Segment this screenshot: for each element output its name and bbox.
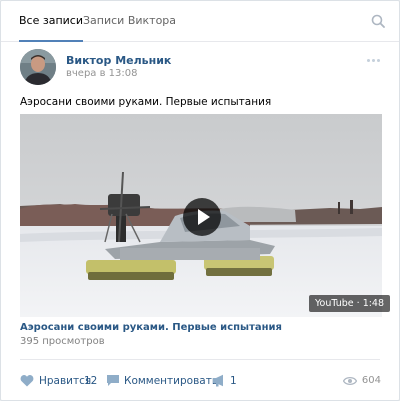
video-source-badge: YouTube · 1:48 [309,295,391,312]
video-title-link[interactable]: Аэросани своими руками. Первые испытания [20,322,282,333]
tab-author-posts[interactable]: Записи Виктора [83,1,176,41]
play-button[interactable] [183,198,221,236]
views-counter: 604 [342,373,381,389]
comment-icon [107,375,119,386]
heart-icon [20,375,34,387]
play-icon [198,209,210,225]
tab-author-posts-label: Записи Виктора [83,14,177,27]
avatar[interactable] [20,49,56,85]
wall-tabs: Все записи Записи Виктора [1,1,399,42]
comment-label: Комментировать [124,375,219,387]
post-text: Аэросани своими руками. Первые испытания [20,96,272,108]
video-views: 395 просмотров [20,336,105,347]
share-button[interactable]: 1 [212,373,238,389]
divider [20,359,380,360]
search-icon[interactable] [371,14,385,28]
author-name[interactable]: Виктор Мельник [66,54,171,67]
share-count: 1 [230,375,237,387]
post-card: Все записи Записи Виктора Виктор Мельник… [0,0,400,401]
tab-all-posts-label: Все записи [19,14,83,27]
like-button[interactable]: Нравится 12 [20,373,98,389]
eye-icon [342,376,357,386]
more-options-icon[interactable] [367,59,381,63]
views-count: 604 [361,375,381,386]
like-count: 12 [84,375,98,387]
tab-all-posts[interactable]: Все записи [19,1,83,42]
megaphone-icon [213,374,223,387]
comment-button[interactable]: Комментировать [106,373,218,389]
post-time[interactable]: вчера в 13:08 [66,68,138,79]
active-tab-underline [19,40,83,42]
